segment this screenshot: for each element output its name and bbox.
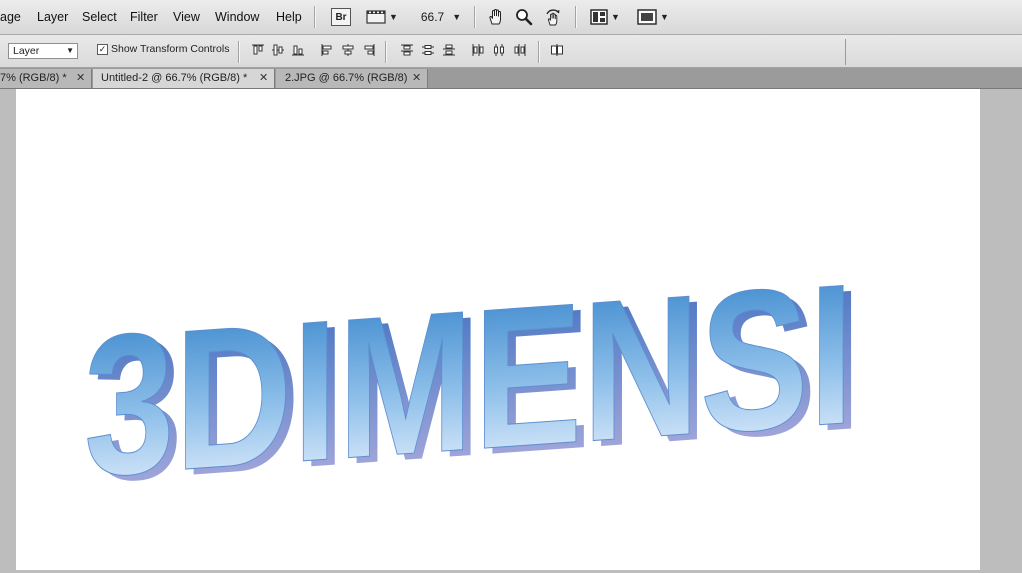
options-bar: Layer ▼ ✓ Show Transform Controls xyxy=(0,35,1022,68)
menu-layer[interactable]: Layer xyxy=(37,10,68,24)
bridge-button[interactable]: Br xyxy=(330,6,352,28)
show-transform-label: Show Transform Controls xyxy=(111,43,230,55)
chevron-down-icon: ▼ xyxy=(452,12,462,22)
menu-view[interactable]: View xyxy=(173,10,200,24)
screen-mode-button[interactable]: ▼ xyxy=(635,6,671,28)
extras-menu-button[interactable]: ▼ xyxy=(364,6,400,28)
menu-separator xyxy=(314,6,316,28)
distribute-top-edges-icon[interactable] xyxy=(400,43,414,57)
bridge-icon: Br xyxy=(331,8,351,26)
align-vertical-centers-icon[interactable] xyxy=(271,43,285,57)
document-tab-1[interactable]: 7% (RGB/8) * ✕ xyxy=(0,69,92,88)
document-tab-bar: 7% (RGB/8) * ✕ Untitled-2 @ 66.7% (RGB/8… xyxy=(0,68,1022,89)
distribute-horizontal-centers-icon[interactable] xyxy=(492,43,506,57)
distribute-right-edges-icon[interactable] xyxy=(513,43,527,57)
menu-separator xyxy=(474,6,476,28)
align-bottom-edges-icon[interactable] xyxy=(291,43,305,57)
align-left-edges-icon[interactable] xyxy=(320,43,334,57)
show-transform-checkbox[interactable]: ✓ xyxy=(97,44,108,55)
chevron-down-icon: ▼ xyxy=(660,12,669,22)
distribute-left-edges-icon[interactable] xyxy=(471,43,485,57)
close-icon[interactable]: ✕ xyxy=(412,69,421,87)
auto-select-value: Layer xyxy=(13,45,40,57)
zoom-level-value: 66.7 xyxy=(420,10,445,24)
align-top-edges-icon[interactable] xyxy=(251,43,265,57)
menu-bar: age Layer Select Filter View Window Help… xyxy=(0,0,1022,35)
auto-align-layers-icon[interactable] xyxy=(550,43,564,57)
align-right-edges-icon[interactable] xyxy=(362,43,376,57)
menu-help[interactable]: Help xyxy=(276,10,302,24)
options-separator xyxy=(538,41,540,63)
menu-filter[interactable]: Filter xyxy=(130,10,158,24)
arrange-layout-icon xyxy=(590,9,608,25)
document-tab-untitled-2[interactable]: Untitled-2 @ 66.7% (RGB/8) * ✕ xyxy=(93,69,275,88)
3d-text-artwork: 3DIMENSI 3DIMENSI xyxy=(83,242,862,525)
hand-tool-button[interactable] xyxy=(485,6,507,28)
options-separator xyxy=(238,41,240,63)
zoom-level-dropdown[interactable]: 66.7 ▼ xyxy=(416,6,466,28)
close-icon[interactable]: ✕ xyxy=(259,69,268,87)
options-separator xyxy=(845,39,846,65)
document-canvas[interactable]: 3DIMENSI 3DIMENSI xyxy=(16,89,980,570)
document-tab-label: 7% (RGB/8) * xyxy=(0,72,67,84)
hand-icon xyxy=(489,8,501,25)
chevron-down-icon: ▼ xyxy=(389,12,398,22)
close-icon[interactable]: ✕ xyxy=(76,69,85,87)
distribute-bottom-edges-icon[interactable] xyxy=(442,43,456,57)
document-tab-label: Untitled-2 @ 66.7% (RGB/8) * xyxy=(101,72,248,84)
film-strip-icon xyxy=(366,10,386,24)
workspace-area: 3DIMENSI 3DIMENSI xyxy=(0,89,1022,570)
zoom-tool-button[interactable] xyxy=(513,6,535,28)
menu-window[interactable]: Window xyxy=(215,10,259,24)
rotate-hand-icon xyxy=(546,9,560,26)
distribute-vertical-centers-icon[interactable] xyxy=(421,43,435,57)
arrange-documents-button[interactable]: ▼ xyxy=(587,6,623,28)
menu-separator xyxy=(575,6,577,28)
magnifier-icon xyxy=(516,9,533,26)
screen-mode-icon xyxy=(637,9,657,25)
options-separator xyxy=(385,41,387,63)
chevron-down-icon: ▼ xyxy=(66,46,74,55)
menu-image[interactable]: age xyxy=(0,10,21,24)
menu-select[interactable]: Select xyxy=(82,10,117,24)
align-horizontal-centers-icon[interactable] xyxy=(341,43,355,57)
chevron-down-icon: ▼ xyxy=(611,12,620,22)
document-tab-label: 2.JPG @ 66.7% (RGB/8) xyxy=(285,72,408,84)
auto-select-dropdown[interactable]: Layer ▼ xyxy=(8,43,78,59)
rotate-view-button[interactable] xyxy=(542,6,564,28)
document-tab-2jpg[interactable]: 2.JPG @ 66.7% (RGB/8) ✕ xyxy=(276,69,428,88)
